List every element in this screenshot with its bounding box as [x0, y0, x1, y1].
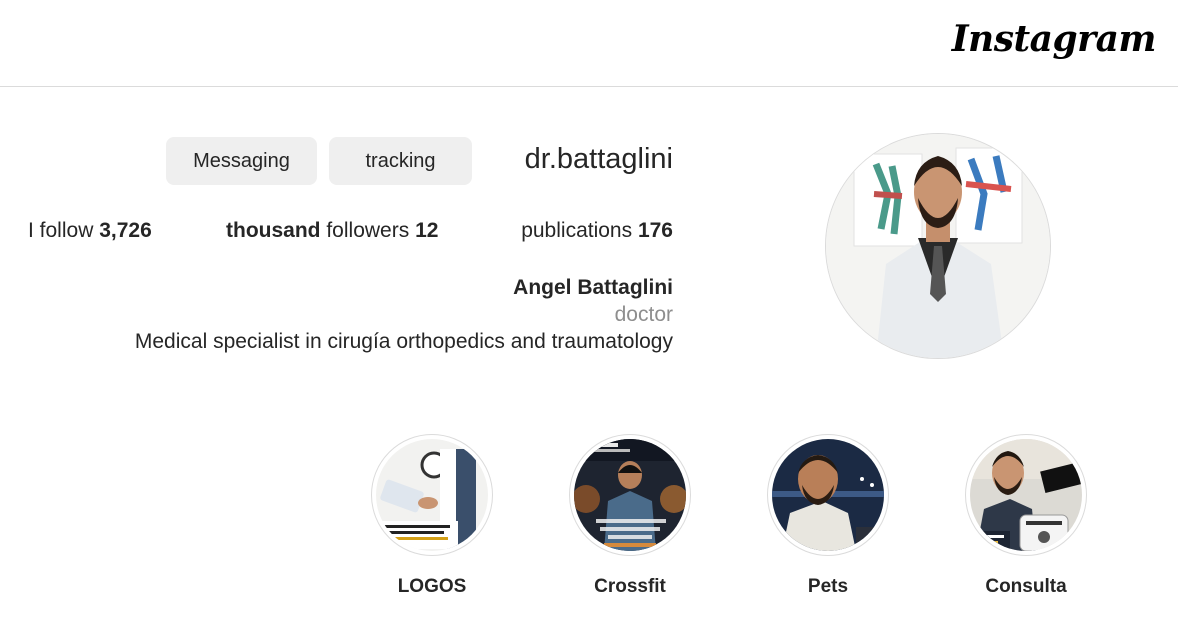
highlight-logos-thumb	[376, 439, 488, 551]
followers-count: 12	[415, 219, 439, 242]
followers-label: followers	[326, 219, 410, 242]
profile-category: doctor	[614, 303, 673, 326]
highlight-crossfit-label: Crossfit	[594, 576, 666, 597]
followers-stat[interactable]: thousand followers 12	[226, 219, 438, 243]
highlight-consulta[interactable]: Consulta	[964, 434, 1088, 598]
highlight-logos-label: LOGOS	[397, 576, 467, 597]
avatar-photo	[826, 134, 1050, 358]
publications-stat: publications 176	[521, 219, 673, 243]
highlight-pets[interactable]: Pets	[766, 434, 890, 598]
following-count: 3,726	[99, 219, 152, 242]
highlight-pets-thumb	[772, 439, 884, 551]
following-stat[interactable]: I follow 3,726	[28, 219, 152, 243]
profile-bio: Medical specialist in cirugía orthopedic…	[134, 330, 673, 353]
highlight-logos[interactable]: LOGOS	[370, 434, 494, 598]
publications-count: 176	[637, 219, 673, 242]
followers-prefix: thousand	[226, 219, 321, 242]
profile-avatar[interactable]	[825, 133, 1051, 359]
following-label: I follow	[28, 219, 94, 242]
highlight-crossfit-thumb	[574, 439, 686, 551]
highlight-crossfit[interactable]: Crossfit	[568, 434, 692, 598]
profile-full-name: Angel Battaglini	[513, 276, 673, 299]
publications-label: publications	[521, 219, 633, 242]
messaging-button[interactable]: Messaging	[166, 137, 317, 185]
highlight-consulta-thumb	[970, 439, 1082, 551]
instagram-logo[interactable]: Instagram	[952, 18, 1157, 60]
top-bar: Instagram	[0, 0, 1178, 87]
highlight-consulta-label: Consulta	[985, 576, 1067, 597]
tracking-button[interactable]: tracking	[329, 137, 472, 185]
profile-username: dr.battaglini	[524, 143, 673, 175]
highlight-pets-label: Pets	[807, 576, 849, 597]
